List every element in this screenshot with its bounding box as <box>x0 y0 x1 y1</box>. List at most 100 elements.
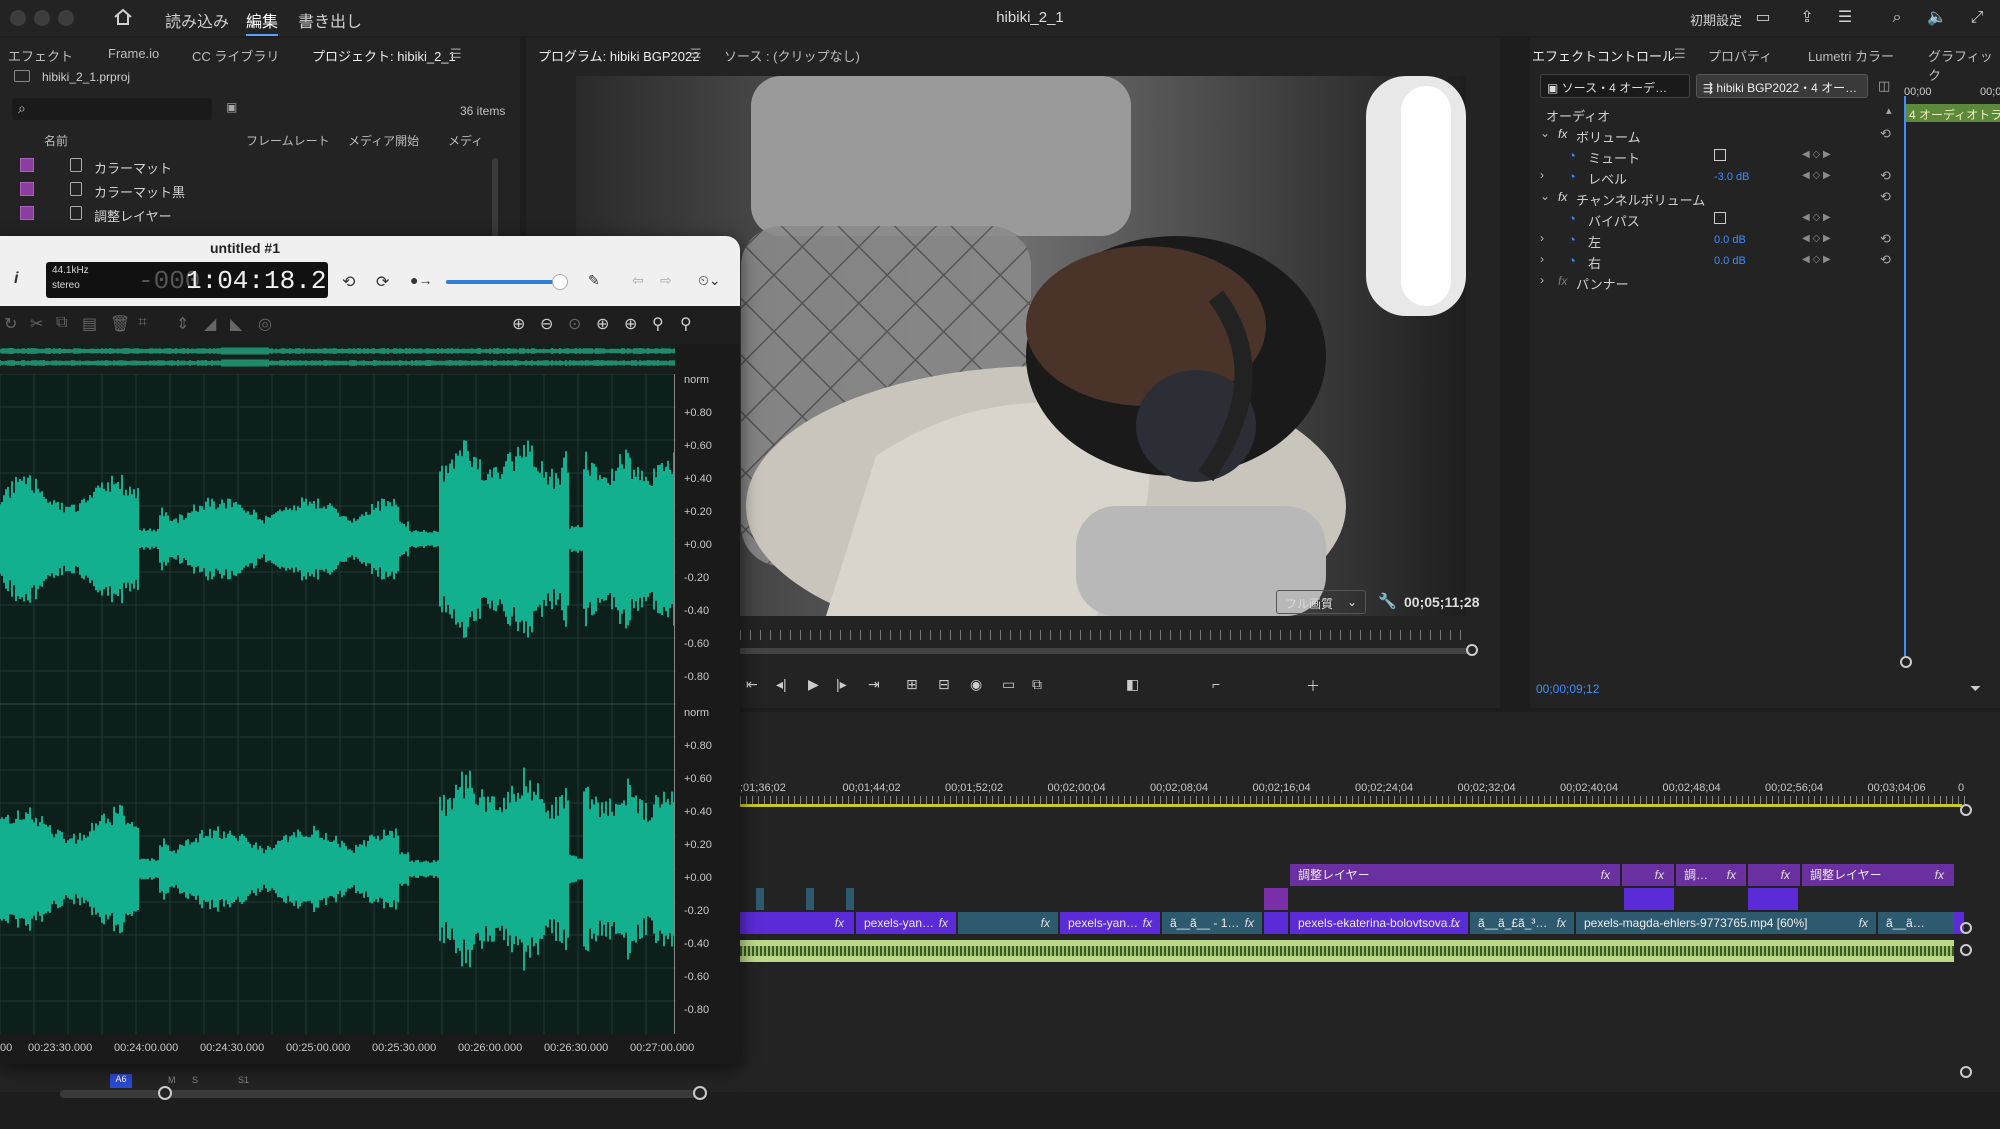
v1-clip-7[interactable]: pexels-ekaterina-bolovtsova… fx <box>1290 912 1468 934</box>
param-row[interactable]: ◔ バイパス ◀ ◇ ▶ <box>1530 209 1906 229</box>
lift-icon[interactable]: ⊞ <box>906 676 918 693</box>
param-row[interactable]: › 0.0 dB ◔ 右 ◀ ◇ ▶ ⟲ <box>1530 251 1906 271</box>
v2-clip-small-1[interactable] <box>756 888 764 910</box>
ec-playhead-handle[interactable] <box>1900 656 1912 668</box>
project-search-input[interactable]: ⌕ <box>12 98 212 120</box>
chevron-right-icon[interactable]: › <box>1540 168 1544 182</box>
label-color-swatch[interactable] <box>20 206 34 220</box>
param-row[interactable]: ◔ ミュート ◀ ◇ ▶ <box>1530 146 1906 166</box>
panel-menu-icon[interactable]: ☰ <box>1674 46 1686 62</box>
v1-clip-3[interactable]: fx <box>958 912 1058 934</box>
v3-clip-4[interactable]: fx <box>1748 864 1800 886</box>
zoom-out-icon[interactable]: ⊖ <box>540 314 553 334</box>
crop-icon[interactable]: ⌗ <box>138 314 147 332</box>
filter-icon[interactable]: ⏷ <box>1970 680 1981 697</box>
track-badge[interactable]: A6 <box>110 1074 132 1088</box>
track-mute-button[interactable]: M <box>168 1075 176 1085</box>
effect-row[interactable]: › fx パンナー <box>1530 272 1906 292</box>
v1-clip-10[interactable]: ã__ã… <box>1878 912 1954 934</box>
project-item[interactable]: 調整レイヤー <box>0 202 480 225</box>
home-icon[interactable] <box>112 7 134 27</box>
copy-icon[interactable]: ⧉ <box>56 314 67 332</box>
keyframe-nav-icon[interactable]: ◀ ◇ ▶ <box>1802 212 1831 223</box>
step-forward-icon[interactable]: |▸ <box>836 676 847 693</box>
panel-layout-icon[interactable]: ▭ <box>1752 8 1774 28</box>
reset-effect-icon[interactable]: ⟲ <box>1880 189 1891 205</box>
column-media-start[interactable]: メディア開始 <box>348 132 419 149</box>
go-to-in-icon[interactable]: ⇤ <box>746 676 758 693</box>
go-to-out-icon[interactable]: ⇥ <box>868 676 880 693</box>
paste-icon[interactable]: ▤ <box>82 314 97 334</box>
workspace-edit[interactable]: 編集 <box>246 8 279 36</box>
effect-row[interactable]: ⌄ fx ボリューム ⟲ <box>1530 125 1906 145</box>
new-bin-icon[interactable]: ▣ <box>226 100 237 114</box>
param-checkbox[interactable] <box>1714 149 1726 161</box>
tab-effect-controls[interactable]: エフェクトコントロール <box>1532 46 1675 65</box>
v1-clip-5[interactable]: ã__ã__ - 1… fx <box>1162 912 1262 934</box>
cut-icon[interactable]: ✂ <box>30 314 43 334</box>
keyframe-nav-icon[interactable]: ◀ ◇ ▶ <box>1802 254 1831 265</box>
search-icon[interactable]: ⌕ <box>1886 8 1908 28</box>
forward-arrow-icon[interactable]: ⇨ <box>660 272 672 289</box>
chevron-down-icon[interactable]: ⌄ <box>1540 189 1550 203</box>
param-row[interactable]: › -3.0 dB ◔ レベル ◀ ◇ ▶ ⟲ <box>1530 167 1906 187</box>
wrench-icon[interactable]: 🔧 <box>1378 592 1397 610</box>
stopwatch-icon[interactable]: ◔ <box>1568 148 1576 163</box>
zoom-key-icon[interactable]: ⚲ <box>652 314 664 334</box>
track-scroll-handle-1[interactable] <box>1960 922 1972 934</box>
param-value[interactable]: 0.0 dB <box>1714 255 1746 267</box>
keyframe-nav-icon[interactable]: ◀ ◇ ▶ <box>1802 233 1831 244</box>
stopwatch-icon[interactable]: ◔ <box>1568 232 1576 247</box>
safe-margins-icon[interactable]: ▭ <box>1002 676 1015 693</box>
share-icon[interactable]: ⇪ <box>1796 8 1818 28</box>
v1-clip-8[interactable]: ã__ã_£ã_³… fx <box>1470 912 1574 934</box>
step-back-icon[interactable]: ◂| <box>776 676 787 693</box>
fullscreen-icon[interactable]: ⤢ <box>1966 8 1988 28</box>
tab-cc-libraries[interactable]: CC ライブラリ <box>192 46 279 65</box>
tab-lumetri-color[interactable]: Lumetri カラー <box>1808 46 1894 65</box>
keyframe-nav-icon[interactable]: ◀ ◇ ▶ <box>1802 170 1831 181</box>
ec-section-audio[interactable]: オーディオ ▴ <box>1530 104 1906 124</box>
column-name[interactable]: 名前 <box>44 132 68 149</box>
reset-param-icon[interactable]: ⟲ <box>1880 231 1891 247</box>
playback-quality-dropdown[interactable]: フル画質 ⌄ <box>1276 590 1366 614</box>
workspace-import[interactable]: 読み込み <box>165 8 229 32</box>
multicam-icon[interactable]: ⌐ <box>1212 676 1220 692</box>
ec-clip-bar[interactable]: 4 オーディオトラ <box>1906 104 2000 122</box>
v1-clip-6[interactable] <box>1264 912 1288 934</box>
audio-icon[interactable]: ◧ <box>1126 676 1139 693</box>
panel-menu-icon[interactable]: ☰ <box>450 46 462 62</box>
reset-param-icon[interactable]: ⟲ <box>1880 252 1891 268</box>
pencil-off-icon[interactable]: ✎ <box>588 272 600 289</box>
param-value[interactable]: -3.0 dB <box>1714 171 1749 183</box>
timeline-horizontal-scrollbar[interactable] <box>60 1090 700 1098</box>
fx-toggle-icon[interactable]: fx <box>1558 190 1567 204</box>
extract-icon[interactable]: ⊟ <box>938 676 950 693</box>
chevron-right-icon[interactable]: › <box>1540 231 1544 245</box>
zoom-window-button[interactable] <box>58 10 74 26</box>
fade-in-icon[interactable]: ◢ <box>204 314 216 334</box>
fade-out-icon[interactable]: ◣ <box>230 314 242 334</box>
column-framerate[interactable]: フレームレート <box>246 132 330 149</box>
v1-clip-4[interactable]: pexels-yan… fx <box>1060 912 1160 934</box>
toggle-timeline-view-icon[interactable]: ◫ <box>1878 78 1890 94</box>
keyframe-nav-icon[interactable]: ◀ ◇ ▶ <box>1802 149 1831 160</box>
scroll-handle-left[interactable] <box>158 1086 172 1100</box>
menu-lines-icon[interactable]: ☰ <box>1834 8 1856 28</box>
stopwatch-icon[interactable]: ◔ <box>1568 253 1576 268</box>
v3-clip-adjustment-1[interactable]: 調整レイヤー fx <box>1290 864 1620 886</box>
waveform-display[interactable] <box>0 373 676 1034</box>
tab-properties[interactable]: プロパティ <box>1708 46 1772 65</box>
close-window-button[interactable] <box>10 10 26 26</box>
v2-clip-3[interactable] <box>1748 888 1798 910</box>
v2-clip-1[interactable] <box>1264 888 1288 910</box>
effect-icon[interactable]: ◎ <box>258 314 272 334</box>
normalize-icon[interactable]: ⇕ <box>176 314 189 334</box>
play-icon[interactable]: ▶ <box>808 676 819 693</box>
fx-toggle-icon[interactable]: fx <box>1558 274 1567 288</box>
label-color-swatch[interactable] <box>20 158 34 172</box>
playthrough-icon[interactable]: ●→ <box>410 272 432 288</box>
redo-icon[interactable]: ↻ <box>4 314 17 334</box>
source-clip-selector[interactable]: ▣ ソース・4 オーデ… <box>1540 74 1690 98</box>
param-checkbox[interactable] <box>1714 212 1726 224</box>
